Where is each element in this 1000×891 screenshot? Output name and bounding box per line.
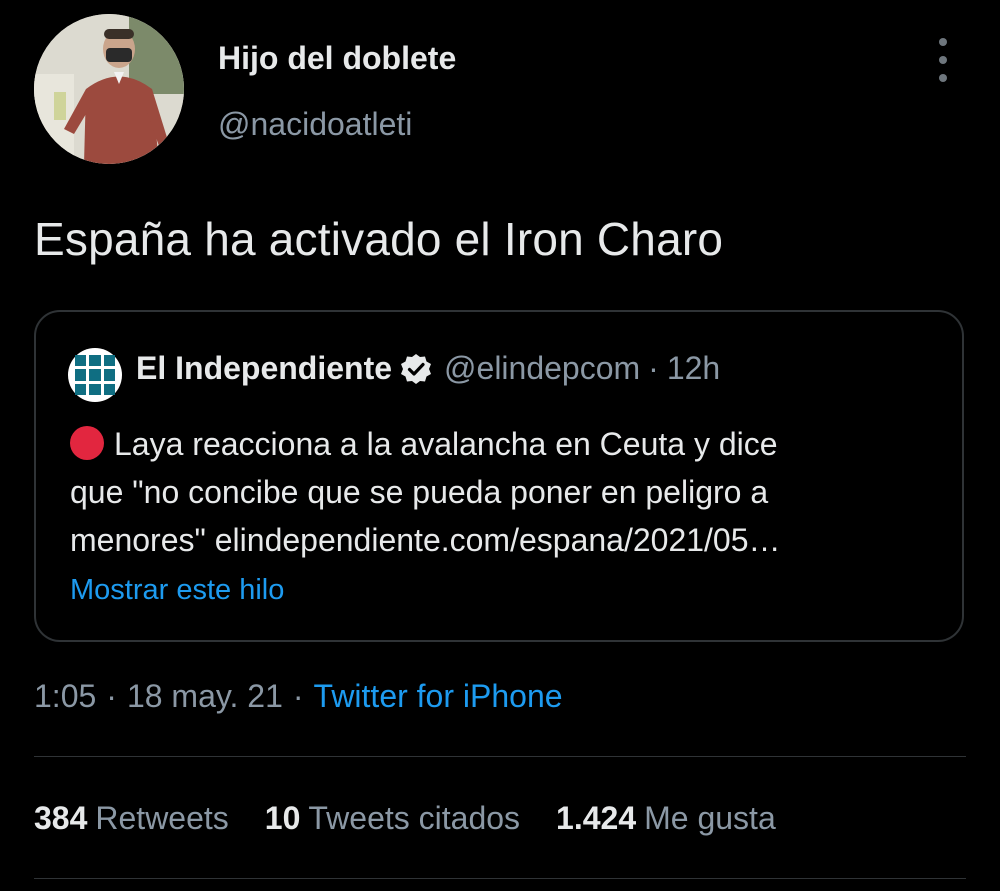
author-handle[interactable]: @nacidoatleti [218,106,412,143]
dot [939,38,947,46]
quoted-text-line[interactable]: menores" elindependiente.com/espana/2021… [70,516,950,564]
quoted-author-name[interactable]: El Independiente [136,350,392,387]
quoted-text: Laya reacciona a la avalancha en Ceuta y… [70,420,950,564]
likes-label: Me gusta [644,800,776,836]
tweet-metadata: 1:05 · 18 may. 21 · Twitter for iPhone [34,678,563,715]
dot [939,56,947,64]
likes-stat[interactable]: 1.424 Me gusta [556,800,776,837]
retweets-count: 384 [34,800,88,836]
quoted-tweet-card[interactable]: El Independiente @elindepcom · 12h Laya … [34,310,964,642]
author-avatar[interactable] [34,14,184,164]
quoted-author-avatar[interactable] [68,348,122,402]
tweet-time[interactable]: 1:05 [34,678,96,714]
engagement-stats: 384 Retweets 10 Tweets citados 1.424 Me gus… [34,800,812,837]
dot [939,74,947,82]
quoted-text-segment: Laya reacciona a la avalancha en Ceuta y… [114,426,778,462]
verified-badge-icon [400,353,432,385]
likes-count: 1.424 [556,800,637,836]
quote-tweets-label: Tweets citados [308,800,521,836]
divider [34,756,966,757]
el-independiente-logo-icon [75,355,115,395]
quoted-timestamp[interactable]: 12h [667,350,720,387]
quoted-text-line: Laya reacciona a la avalancha en Ceuta y… [70,420,950,468]
quoted-author-handle[interactable]: @elindepcom [444,350,640,387]
quoted-separator: · [648,350,659,386]
divider [34,878,966,879]
quote-tweets-stat[interactable]: 10 Tweets citados [265,800,520,837]
meta-separator: · [292,678,304,714]
profile-photo-avatar [34,14,184,164]
tweet-source-link[interactable]: Twitter for iPhone [314,678,563,714]
red-circle-icon [70,426,104,460]
retweets-label: Retweets [95,800,229,836]
quote-tweets-count: 10 [264,800,301,836]
meta-separator: · [106,678,117,714]
retweets-stat[interactable]: 384 Retweets [34,800,229,837]
more-options-icon[interactable] [928,38,958,82]
show-thread-link[interactable]: Mostrar este hilo [70,574,284,607]
tweet-text: España ha activado el Iron Charo [34,213,724,265]
quoted-header: El Independiente @elindepcom · 12h [136,350,720,387]
quoted-text-line: que "no concibe que se pueda poner en pe… [70,474,769,510]
author-display-name[interactable]: Hijo del doblete [218,40,456,77]
tweet-date[interactable]: 18 may. 21 [127,678,283,714]
